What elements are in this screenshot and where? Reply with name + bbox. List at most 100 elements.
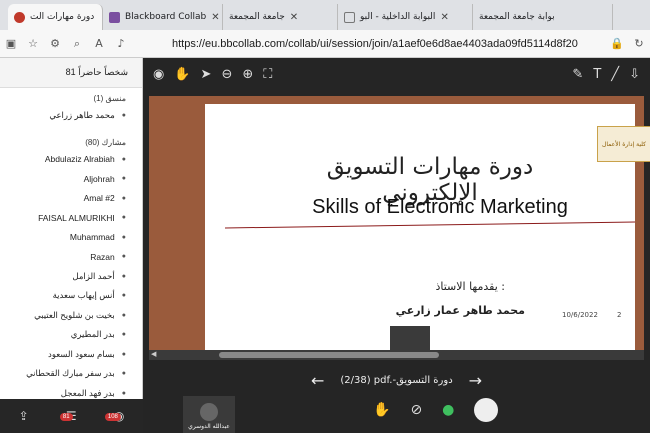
close-tab-icon[interactable]: ✕ bbox=[211, 12, 219, 23]
extensions-icon[interactable]: ⚙ bbox=[44, 37, 66, 50]
people-icon[interactable]: ◉108 bbox=[104, 409, 124, 423]
list-item[interactable]: أنس إيهاب سعدية ● bbox=[0, 286, 142, 306]
fit-screen-icon[interactable]: ⛶ bbox=[263, 67, 272, 82]
tab-label: بوابة جامعة المجمعة bbox=[479, 12, 555, 22]
refresh-icon[interactable]: ↻ bbox=[628, 37, 650, 50]
presenter-label: يقدمها الاستاذ : bbox=[435, 280, 505, 293]
pen-icon[interactable]: ✎ bbox=[572, 67, 583, 82]
sidebar-footer: ⇪ ☰81 ◉108 bbox=[0, 399, 143, 433]
share-icon[interactable]: ⇪ bbox=[19, 409, 29, 423]
stop-share-icon[interactable]: ◉ bbox=[153, 67, 164, 82]
person-icon: ● bbox=[121, 253, 126, 261]
person-icon: ● bbox=[121, 331, 126, 339]
attendee-name: Amal #2 bbox=[83, 193, 115, 204]
page-icon bbox=[344, 11, 355, 23]
list-item[interactable]: محمد طاهر زراعي ● bbox=[0, 106, 142, 126]
browser-tab-bar: دورة مهارات الت Blackboard Collab ✕ جامع… bbox=[0, 0, 650, 30]
list-item[interactable]: بدر المطيري ● bbox=[0, 325, 142, 345]
slide-area: كلية إدارة الأعمال دورة مهارات التسويق ا… bbox=[149, 96, 650, 360]
read-aloud-icon[interactable]: A bbox=[88, 37, 110, 50]
next-slide-arrow-icon[interactable]: → bbox=[469, 371, 482, 390]
attendee-name: أحمد الزامل bbox=[72, 270, 115, 281]
list-item[interactable]: Abdulaziz Alrabiah ● bbox=[0, 150, 142, 170]
slide-navigation: ← (2/38) pdf.-دورة التسويق → bbox=[143, 370, 650, 390]
person-icon: ● bbox=[121, 155, 126, 163]
whiteboard-toolbar: ◉ ✋ ➤ ⊖ ⊕ ⛶ ✎ T ╱ ⇩ bbox=[143, 58, 650, 90]
list-item[interactable]: أحمد الزامل ● bbox=[0, 267, 142, 287]
person-icon: ● bbox=[121, 292, 126, 300]
close-tab-icon[interactable]: ✕ bbox=[290, 12, 298, 23]
person-icon: ● bbox=[121, 370, 126, 378]
raise-hand-icon[interactable]: ✋ bbox=[373, 402, 390, 418]
tab-actions-icon[interactable]: ▣ bbox=[0, 37, 22, 50]
presentation-slide: كلية إدارة الأعمال دورة مهارات التسويق ا… bbox=[205, 104, 650, 354]
zoom-in-icon[interactable]: ⊕ bbox=[242, 67, 253, 82]
attendee-name: Razan bbox=[90, 251, 115, 262]
list-item[interactable]: Amal #2 ● bbox=[0, 189, 142, 209]
browser-tab[interactable]: جامعة المجمعة ✕ bbox=[223, 4, 338, 30]
tab-label: جامعة المجمعة bbox=[229, 12, 285, 22]
zoom-out-icon[interactable]: ⊖ bbox=[221, 67, 232, 82]
tab-label: البوابة الداخلية - البو bbox=[360, 12, 436, 22]
slide-counter: (2/38) pdf.-دورة التسويق bbox=[340, 374, 453, 386]
address-bar: ▣ ☆ ⚙ ⌕ A ♪ https://eu.bbcollab.com/coll… bbox=[0, 30, 650, 58]
list-item[interactable]: Razan ● bbox=[0, 247, 142, 267]
search-icon[interactable]: ⌕ bbox=[66, 37, 88, 51]
person-icon: ● bbox=[121, 311, 126, 319]
list-item[interactable]: Muhammad ● bbox=[0, 228, 142, 248]
presenter-name: محمد طاهر عمار زارعي bbox=[395, 304, 525, 317]
chat-icon[interactable]: ☰81 bbox=[59, 409, 77, 423]
slide-title-english: Skills of Electronic Marketing bbox=[312, 196, 568, 218]
scrollbar-thumb[interactable] bbox=[219, 352, 439, 358]
previous-slide-arrow-icon[interactable]: ← bbox=[311, 371, 324, 390]
lock-icon: 🔒 bbox=[610, 37, 624, 50]
list-item[interactable]: FAISAL ALMURIKHI ● bbox=[0, 208, 142, 228]
url-field[interactable]: https://eu.bbcollab.com/collab/ui/sessio… bbox=[172, 38, 606, 50]
participants-label: مشارك (80) bbox=[85, 137, 126, 147]
horizontal-scrollbar[interactable]: ◀ bbox=[149, 350, 644, 360]
pan-hand-icon[interactable]: ✋ bbox=[174, 67, 190, 82]
list-item[interactable]: بدر سفر مبارك القحطاني ● bbox=[0, 364, 142, 384]
attendee-name: بدر سفر مبارك القحطاني bbox=[26, 368, 115, 379]
attendee-name: بدر المطيري bbox=[70, 329, 115, 340]
line-tool-icon[interactable]: ╱ bbox=[611, 67, 619, 82]
list-item[interactable]: بخيت بن شلويح العتيبي ● bbox=[0, 306, 142, 326]
favorites-icon[interactable]: ☆ bbox=[22, 37, 44, 50]
attendee-name: بسام سعود السعود bbox=[48, 348, 115, 359]
text-tool-icon[interactable]: T bbox=[593, 67, 601, 82]
person-icon: ● bbox=[121, 389, 126, 397]
person-icon: ● bbox=[121, 272, 126, 280]
attendee-name: Aljohrah bbox=[83, 173, 115, 184]
person-icon: ● bbox=[121, 112, 126, 120]
scroll-left-icon[interactable]: ◀ bbox=[151, 350, 156, 358]
close-tab-icon[interactable]: ✕ bbox=[440, 12, 448, 23]
browser-tab-active[interactable]: دورة مهارات الت bbox=[8, 4, 103, 30]
moderators-label: منسق (1) bbox=[93, 94, 126, 103]
browser-tab[interactable]: بوابة جامعة المجمعة bbox=[473, 4, 613, 30]
pointer-icon[interactable]: ➤ bbox=[201, 67, 212, 82]
chat-badge: 81 bbox=[59, 413, 73, 421]
list-item[interactable]: Aljohrah ● bbox=[0, 169, 142, 189]
person-icon: ● bbox=[121, 175, 126, 183]
download-icon[interactable]: ⇩ bbox=[629, 67, 640, 82]
tab-label: دورة مهارات الت bbox=[30, 12, 95, 22]
video-tile-name: عبدالله الدوسري bbox=[188, 423, 230, 430]
camera-off-icon[interactable]: ⊘ bbox=[410, 402, 422, 418]
browser-tab[interactable]: البوابة الداخلية - البو ✕ bbox=[338, 4, 473, 30]
person-icon: ● bbox=[121, 350, 126, 358]
person-icon: ● bbox=[121, 214, 126, 222]
attendee-name: Muhammad bbox=[69, 232, 115, 243]
profile-avatar-icon[interactable] bbox=[474, 398, 499, 422]
microphone-icon[interactable]: ♪ bbox=[110, 37, 132, 50]
microphone-icon[interactable]: ● bbox=[442, 402, 454, 418]
browser-tab[interactable]: Blackboard Collab ✕ bbox=[103, 4, 223, 30]
attendee-name: محمد طاهر زراعي bbox=[49, 110, 115, 121]
attendee-video-tile: عبدالله الدوسري bbox=[183, 396, 235, 433]
college-logo: كلية إدارة الأعمال bbox=[597, 126, 650, 162]
list-item[interactable]: بسام سعود السعود ● bbox=[0, 345, 142, 365]
avatar bbox=[200, 403, 218, 421]
attendee-name: FAISAL ALMURIKHI bbox=[38, 212, 115, 223]
session-controls: ✋ ⊘ ● bbox=[373, 398, 499, 422]
recording-icon bbox=[14, 11, 25, 23]
attendee-name: أنس إيهاب سعدية bbox=[52, 290, 115, 301]
